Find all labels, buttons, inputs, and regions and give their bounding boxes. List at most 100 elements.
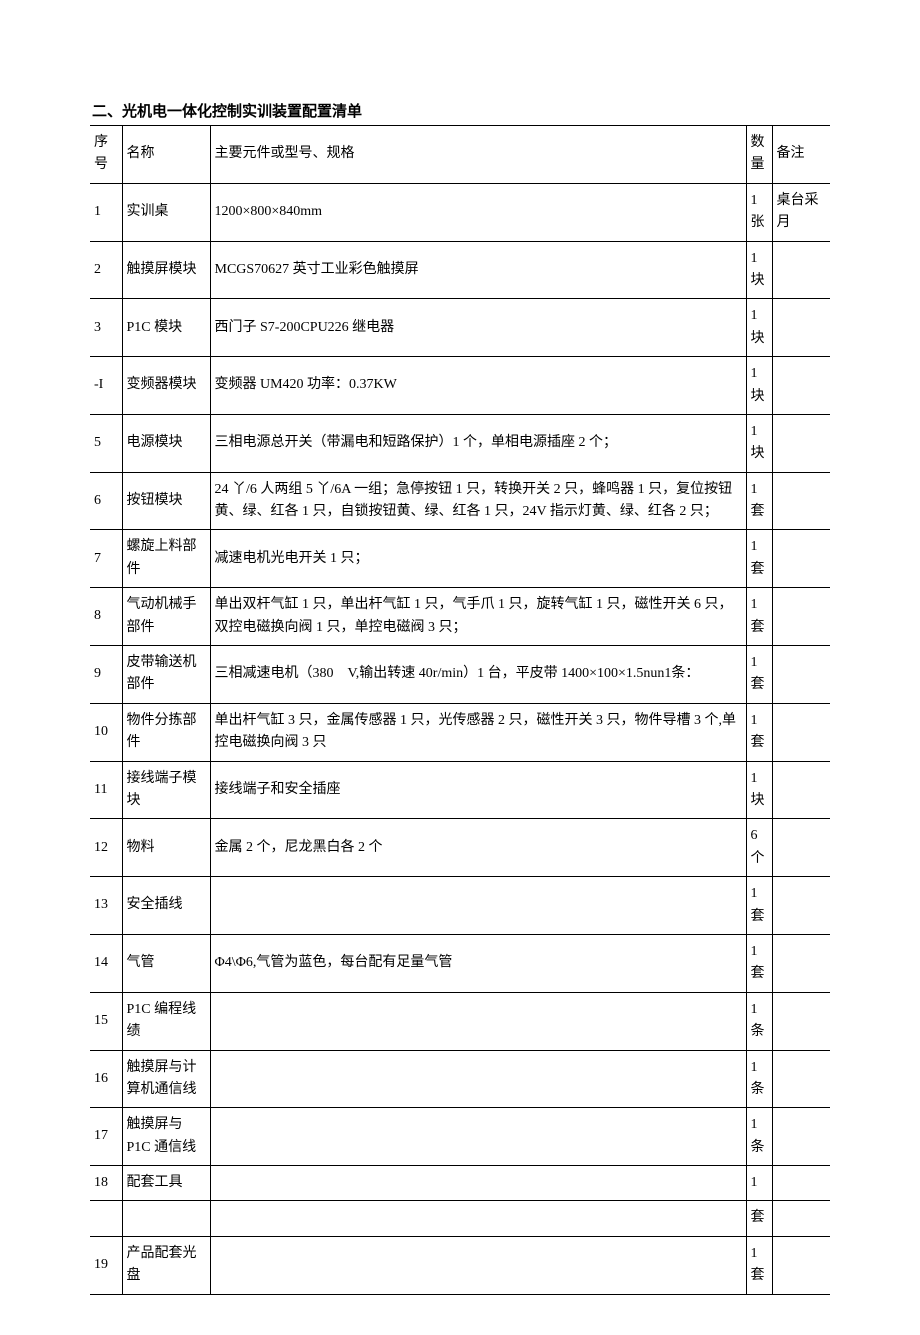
- table-row: 5电源模块三相电源总开关（带漏电和短路保护）1 个，单相电源插座 2 个；1块: [90, 414, 830, 472]
- cell-qty: 1套: [746, 646, 772, 704]
- cell-name: 气动机械手部件: [122, 588, 210, 646]
- cell-spec: Φ4\Φ6,气管为蓝色，每台配有足量气管: [210, 934, 746, 992]
- cell-note: [772, 472, 830, 530]
- table-row: 16触摸屏与计算机通信线1条: [90, 1050, 830, 1108]
- table-row: 12物料金属 2 个，尼龙黑白各 2 个6个: [90, 819, 830, 877]
- cell-seq: 16: [90, 1050, 122, 1108]
- table-row: 2触摸屏模块MCGS70627 英寸工业彩色触摸屏1块: [90, 241, 830, 299]
- cell-note: [772, 1108, 830, 1166]
- header-name: 名称: [122, 126, 210, 184]
- table-row: 11接线端子模块接线端子和安全插座1块: [90, 761, 830, 819]
- cell-qty: 1块: [746, 357, 772, 415]
- cell-seq: 1: [90, 183, 122, 241]
- table-row: 18配套工具1: [90, 1166, 830, 1201]
- cell-name: 配套工具: [122, 1166, 210, 1201]
- cell-spec: 减速电机光电开关 1 只；: [210, 530, 746, 588]
- cell-spec: 变频器 UM420 功率：0.37KW: [210, 357, 746, 415]
- table-row: 6按钮模块24 丫/6 人两组 5 丫/6A 一组；急停按钮 1 只，转换开关 …: [90, 472, 830, 530]
- table-row: 14气管Φ4\Φ6,气管为蓝色，每台配有足量气管1套: [90, 934, 830, 992]
- cell-spec: 接线端子和安全插座: [210, 761, 746, 819]
- cell-name: 电源模块: [122, 414, 210, 472]
- cell-seq: 5: [90, 414, 122, 472]
- cell-note: [772, 530, 830, 588]
- cell-seq: -I: [90, 357, 122, 415]
- cell-name: 产品配套光盘: [122, 1236, 210, 1294]
- table-row: 17触摸屏与P1C 通信线1条: [90, 1108, 830, 1166]
- cell-spec: [210, 1108, 746, 1166]
- cell-qty: 1块: [746, 241, 772, 299]
- cell-name: 气管: [122, 934, 210, 992]
- cell-seq: 7: [90, 530, 122, 588]
- header-qty: 数量: [746, 126, 772, 184]
- cell-name: 安全插线: [122, 877, 210, 935]
- cell-seq: 19: [90, 1236, 122, 1294]
- cell-note: [772, 241, 830, 299]
- cell-qty: 1套: [746, 703, 772, 761]
- cell-spec: [210, 992, 746, 1050]
- table-row: 3P1C 模块西门子 S7-200CPU226 继电器1块: [90, 299, 830, 357]
- cell-name: 物料: [122, 819, 210, 877]
- cell-spec: 单出双杆气缸 1 只，单出杆气缸 1 只，气手爪 1 只，旋转气缸 1 只，磁性…: [210, 588, 746, 646]
- cell-name: P1C 模块: [122, 299, 210, 357]
- cell-name: 实训桌: [122, 183, 210, 241]
- cell-spec: [210, 877, 746, 935]
- cell-name: 接线端子模块: [122, 761, 210, 819]
- cell-note: [772, 1236, 830, 1294]
- cell-note: [772, 819, 830, 877]
- cell-spec: MCGS70627 英寸工业彩色触摸屏: [210, 241, 746, 299]
- cell-seq: [90, 1201, 122, 1236]
- cell-seq: 13: [90, 877, 122, 935]
- cell-note: [772, 588, 830, 646]
- cell-name: 变频器模块: [122, 357, 210, 415]
- cell-spec: [210, 1050, 746, 1108]
- header-note: 备注: [772, 126, 830, 184]
- cell-note: [772, 1050, 830, 1108]
- cell-qty: 1套: [746, 877, 772, 935]
- cell-qty: 1块: [746, 761, 772, 819]
- table-row: 8气动机械手部件单出双杆气缸 1 只，单出杆气缸 1 只，气手爪 1 只，旋转气…: [90, 588, 830, 646]
- cell-spec: 三相减速电机（380 V,输出转速 40r/min）1 台，平皮带 1400×1…: [210, 646, 746, 704]
- cell-qty: 1张: [746, 183, 772, 241]
- cell-seq: 12: [90, 819, 122, 877]
- table-row: 13安全插线 1套: [90, 877, 830, 935]
- cell-name: 触摸屏与P1C 通信线: [122, 1108, 210, 1166]
- cell-note: [772, 357, 830, 415]
- cell-seq: 15: [90, 992, 122, 1050]
- cell-seq: 2: [90, 241, 122, 299]
- cell-spec: [210, 1201, 746, 1236]
- table-row: 1实训桌1200×800×840mm1张桌台采月: [90, 183, 830, 241]
- table-row: 9皮带输送机部件三相减速电机（380 V,输出转速 40r/min）1 台，平皮…: [90, 646, 830, 704]
- cell-qty: 1套: [746, 1236, 772, 1294]
- cell-seq: 10: [90, 703, 122, 761]
- cell-qty: 1套: [746, 934, 772, 992]
- cell-qty: 1块: [746, 299, 772, 357]
- cell-qty: 1条: [746, 1108, 772, 1166]
- cell-note: [772, 703, 830, 761]
- cell-qty: 1套: [746, 588, 772, 646]
- cell-note: [772, 414, 830, 472]
- cell-name: 皮带输送机部件: [122, 646, 210, 704]
- cell-note: [772, 877, 830, 935]
- cell-qty: 1条: [746, 992, 772, 1050]
- cell-spec: [210, 1236, 746, 1294]
- cell-qty: 6个: [746, 819, 772, 877]
- cell-spec: 西门子 S7-200CPU226 继电器: [210, 299, 746, 357]
- cell-qty: 1套: [746, 530, 772, 588]
- cell-note: [772, 1166, 830, 1201]
- cell-seq: 6: [90, 472, 122, 530]
- header-spec: 主要元件或型号、规格: [210, 126, 746, 184]
- cell-spec: 1200×800×840mm: [210, 183, 746, 241]
- cell-note: [772, 761, 830, 819]
- cell-spec: 24 丫/6 人两组 5 丫/6A 一组；急停按钮 1 只，转换开关 2 只，蜂…: [210, 472, 746, 530]
- cell-note: [772, 299, 830, 357]
- cell-name: 触摸屏与计算机通信线: [122, 1050, 210, 1108]
- cell-name: 按钮模块: [122, 472, 210, 530]
- cell-name: 螺旋上料部件: [122, 530, 210, 588]
- cell-qty: 套: [746, 1201, 772, 1236]
- table-header-row: 序号 名称 主要元件或型号、规格 数量 备注: [90, 126, 830, 184]
- cell-note: [772, 646, 830, 704]
- table-row: 套: [90, 1201, 830, 1236]
- cell-name: 触摸屏模块: [122, 241, 210, 299]
- cell-seq: 14: [90, 934, 122, 992]
- cell-name: P1C 编程线绩: [122, 992, 210, 1050]
